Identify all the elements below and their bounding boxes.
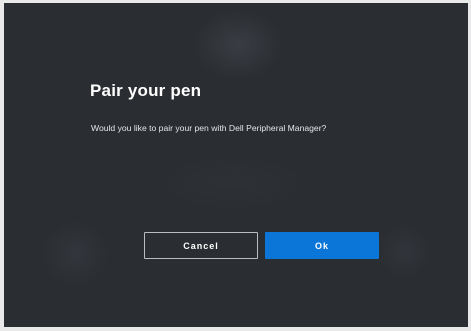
background-glow <box>192 9 284 81</box>
dialog-message: Would you like to pair your pen with Del… <box>91 123 327 133</box>
background-glow <box>40 219 110 289</box>
background-glow <box>154 153 314 213</box>
ok-button[interactable]: Ok <box>265 232 379 259</box>
background-glow <box>376 223 432 279</box>
cancel-button[interactable]: Cancel <box>144 232 258 259</box>
pair-pen-dialog: Pair your pen Would you like to pair you… <box>4 3 468 327</box>
dialog-title: Pair your pen <box>90 81 202 100</box>
